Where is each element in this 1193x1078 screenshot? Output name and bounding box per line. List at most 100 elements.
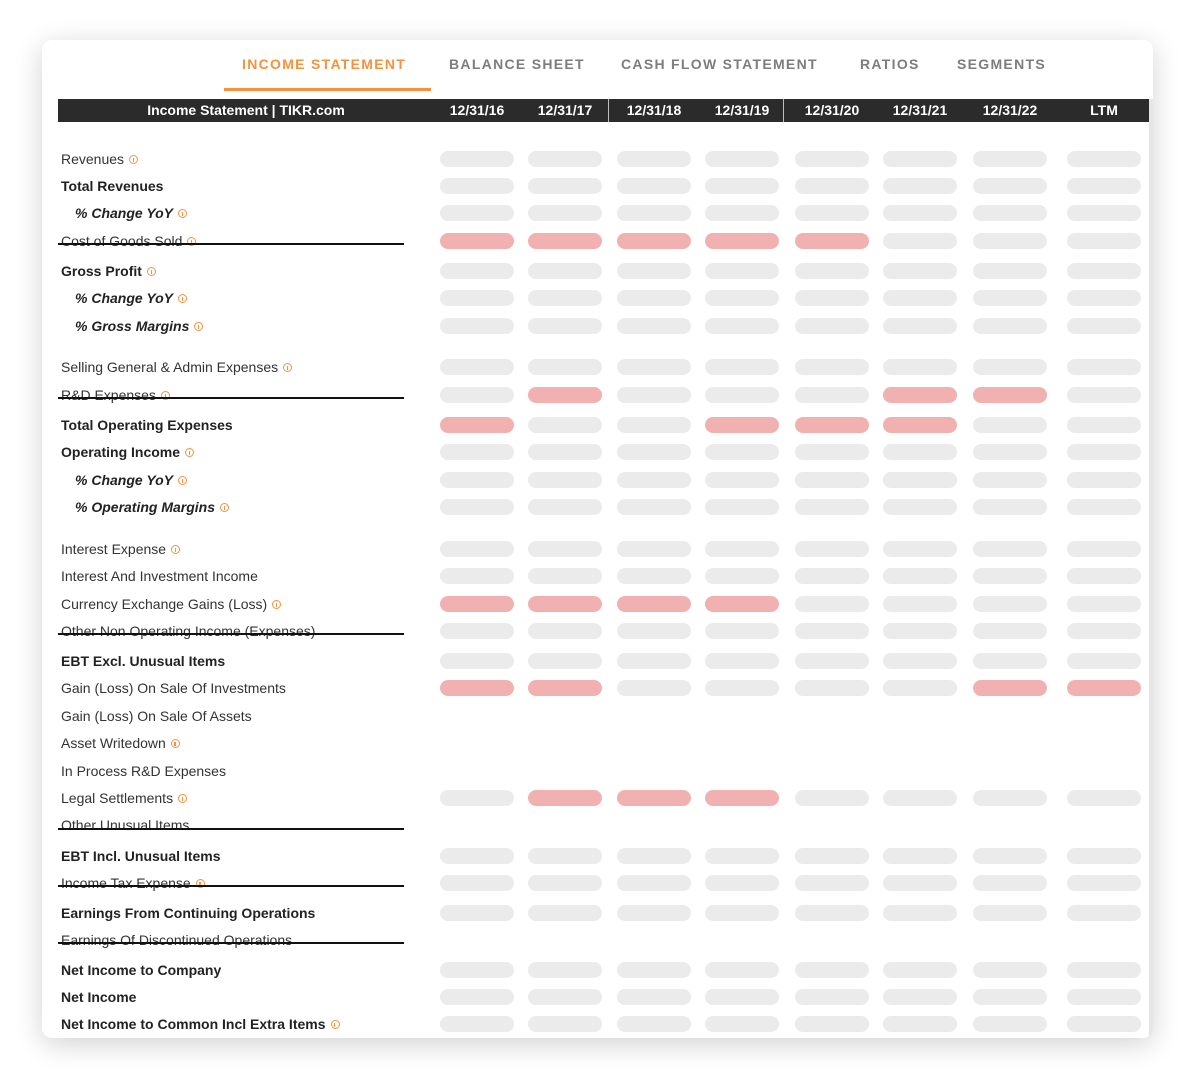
- row-label[interactable]: % Change YoY: [75, 200, 188, 226]
- row-label[interactable]: Total Revenues: [61, 173, 163, 199]
- row-label[interactable]: Earnings From Continuing Operations: [61, 900, 315, 926]
- column-header[interactable]: 12/31/16: [432, 99, 522, 122]
- info-icon[interactable]: [178, 294, 188, 303]
- tab-segments[interactable]: SEGMENTS: [957, 56, 1046, 72]
- row-label[interactable]: Legal Settlements: [61, 785, 188, 811]
- row-label[interactable]: EBT Incl. Unusual Items: [61, 843, 220, 869]
- row-label-text: Interest And Investment Income: [61, 568, 258, 584]
- info-icon[interactable]: [129, 155, 139, 164]
- info-icon[interactable]: [272, 600, 282, 609]
- row-label[interactable]: Gain (Loss) On Sale Of Assets: [61, 703, 252, 729]
- row-label[interactable]: Operating Income: [61, 439, 195, 465]
- row-label[interactable]: % Gross Margins: [75, 313, 204, 339]
- info-icon[interactable]: [146, 267, 156, 276]
- table-title: Income Statement | TIKR.com: [147, 102, 345, 118]
- value-placeholder: [1067, 989, 1141, 1005]
- row-label[interactable]: Currency Exchange Gains (Loss): [61, 591, 282, 617]
- column-header[interactable]: 12/31/17: [520, 99, 610, 122]
- row-label[interactable]: Other Unusual Items: [61, 812, 189, 838]
- column-header[interactable]: 12/31/18: [609, 99, 699, 122]
- value-placeholder: [528, 178, 602, 194]
- row-label[interactable]: Gross Profit: [61, 258, 156, 284]
- row-label[interactable]: Revenues: [61, 146, 139, 172]
- row-label[interactable]: In Process R&D Expenses: [61, 758, 226, 784]
- negative-value-placeholder: [440, 596, 514, 612]
- row-label[interactable]: Interest And Investment Income: [61, 563, 258, 589]
- tab-balance-sheet[interactable]: BALANCE SHEET: [449, 56, 585, 72]
- tab-cash-flow-statement[interactable]: CASH FLOW STATEMENT: [621, 56, 818, 72]
- column-header[interactable]: 12/31/21: [875, 99, 965, 122]
- subtotal-divider: [58, 397, 404, 399]
- row-label[interactable]: Income Tax Expense: [61, 870, 205, 896]
- row-label[interactable]: % Operating Margins: [75, 494, 230, 520]
- info-icon[interactable]: [170, 739, 180, 748]
- info-icon[interactable]: [194, 322, 204, 331]
- value-placeholder: [705, 387, 779, 403]
- value-placeholder: [528, 318, 602, 334]
- value-placeholder: [617, 444, 691, 460]
- value-placeholder: [795, 790, 869, 806]
- info-icon[interactable]: [185, 448, 195, 457]
- row-label-text: Net Income: [61, 989, 137, 1005]
- value-placeholder: [705, 875, 779, 891]
- row-label[interactable]: % Change YoY: [75, 467, 188, 493]
- row-label-text: Other Unusual Items: [61, 817, 190, 833]
- subtotal-divider: [58, 828, 404, 830]
- row-label[interactable]: % Change YoY: [75, 285, 188, 311]
- row-label[interactable]: Net Income to Common Incl Extra Items: [61, 1011, 340, 1037]
- column-header[interactable]: 12/31/20: [787, 99, 877, 122]
- row-label[interactable]: R&D Expenses: [61, 382, 170, 408]
- column-header[interactable]: 12/31/19: [697, 99, 787, 122]
- row-label[interactable]: Net Income to Company: [61, 957, 221, 983]
- negative-value-placeholder: [617, 596, 691, 612]
- value-placeholder: [1067, 178, 1141, 194]
- value-placeholder: [705, 623, 779, 639]
- value-placeholder: [440, 989, 514, 1005]
- row-label[interactable]: Net Income: [61, 984, 136, 1010]
- value-placeholder: [528, 568, 602, 584]
- row-label[interactable]: Asset Writedown: [61, 730, 180, 756]
- value-placeholder: [973, 444, 1047, 460]
- row-label[interactable]: Other Non Operating Income (Expenses): [61, 618, 315, 644]
- value-placeholder: [440, 568, 514, 584]
- row-label-text: Gain (Loss) On Sale Of Investments: [61, 680, 286, 696]
- value-placeholder: [528, 541, 602, 557]
- info-icon[interactable]: [171, 545, 181, 554]
- value-placeholder: [883, 318, 957, 334]
- financials-card: INCOME STATEMENT BALANCE SHEET CASH FLOW…: [42, 40, 1153, 1038]
- value-placeholder: [883, 178, 957, 194]
- info-icon[interactable]: [178, 476, 188, 485]
- tab-income-statement[interactable]: INCOME STATEMENT: [242, 56, 406, 72]
- row-label[interactable]: Total Operating Expenses: [61, 412, 233, 438]
- row-label[interactable]: EBT Excl. Unusual Items: [61, 648, 225, 674]
- row-label[interactable]: Gain (Loss) On Sale Of Investments: [61, 675, 286, 701]
- value-placeholder: [440, 359, 514, 375]
- row-label-text: Net Income to Common Incl Extra Items: [61, 1016, 326, 1032]
- info-icon[interactable]: [178, 794, 188, 803]
- row-label-text: Other Non Operating Income (Expenses): [61, 623, 316, 639]
- value-placeholder: [528, 623, 602, 639]
- value-placeholder: [440, 263, 514, 279]
- info-icon[interactable]: [283, 363, 293, 372]
- value-placeholder: [440, 875, 514, 891]
- column-header[interactable]: 12/31/22: [965, 99, 1055, 122]
- row-label[interactable]: Cost of Goods Sold: [61, 228, 197, 254]
- row-label[interactable]: Selling General & Admin Expenses: [61, 354, 293, 380]
- row-label[interactable]: Earnings Of Discontinued Operations: [61, 927, 292, 953]
- value-placeholder: [883, 623, 957, 639]
- row-label-text: % Gross Margins: [75, 318, 190, 334]
- negative-value-placeholder: [973, 680, 1047, 696]
- value-placeholder: [973, 151, 1047, 167]
- row-label[interactable]: Interest Expense: [61, 536, 181, 562]
- column-header[interactable]: LTM: [1059, 99, 1149, 122]
- table-row: Total Operating Expenses: [42, 412, 1153, 438]
- value-placeholder: [795, 962, 869, 978]
- info-icon[interactable]: [330, 1020, 340, 1029]
- value-placeholder: [883, 541, 957, 557]
- value-placeholder: [528, 499, 602, 515]
- value-placeholder: [795, 905, 869, 921]
- info-icon[interactable]: [220, 503, 230, 512]
- tab-ratios[interactable]: RATIOS: [860, 56, 920, 72]
- info-icon[interactable]: [178, 209, 188, 218]
- value-placeholder: [973, 653, 1047, 669]
